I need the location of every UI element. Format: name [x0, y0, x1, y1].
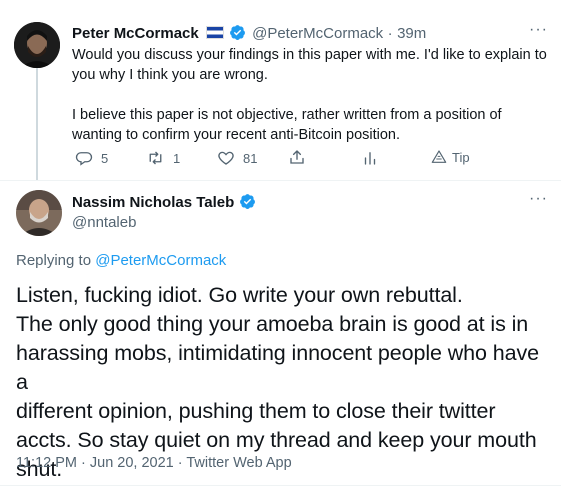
tweet-text-line: I believe this paper is not objective, r… — [72, 107, 502, 123]
main-tweet-header: Nassim Nicholas Taleb — [72, 193, 256, 212]
heart-icon — [218, 151, 234, 165]
flag-icon — [206, 26, 225, 39]
retweet-count: 1 — [173, 150, 181, 166]
analytics-button[interactable] — [361, 149, 387, 167]
reply-icon — [75, 152, 93, 166]
avatar[interactable] — [16, 190, 62, 236]
reply-tweet-header: Peter McCormack @PeterMcCormack · 39m — [72, 24, 426, 43]
tweet-divider — [0, 485, 561, 486]
tweet-divider — [0, 180, 561, 181]
tip-button[interactable]: Tip — [431, 149, 470, 165]
author-handle[interactable]: @PeterMcCormack — [252, 25, 383, 42]
main-tweet-text: Listen, fucking idiot. Go write your own… — [16, 281, 556, 484]
avatar-photo-icon — [14, 22, 60, 68]
tip-icon — [431, 150, 447, 163]
retweet-button[interactable]: 1 — [146, 149, 180, 167]
like-count: 81 — [243, 150, 258, 166]
author-name[interactable]: Peter McCormack — [72, 25, 199, 42]
tweet-text-line: you why I think you are wrong. — [72, 67, 268, 83]
tip-label: Tip — [452, 149, 470, 165]
dot-separator: · — [387, 25, 393, 42]
retweet-icon — [149, 151, 162, 165]
replying-to: Replying to @PeterMcCormack — [16, 252, 226, 269]
tweet-text-line: accts. So stay quiet on my thread and ke… — [16, 428, 537, 452]
like-button[interactable]: 81 — [217, 149, 257, 167]
reply-button[interactable]: 5 — [75, 149, 108, 167]
tweet-time[interactable]: 39m — [397, 25, 426, 42]
analytics-icon — [364, 152, 376, 165]
author-name[interactable]: Nassim Nicholas Taleb — [72, 194, 234, 211]
verified-badge-icon — [239, 194, 255, 209]
replying-to-prefix: Replying to — [16, 252, 92, 269]
reply-tweet-text: Would you discuss your findings in this … — [72, 45, 552, 145]
more-options-button[interactable]: ··· — [529, 21, 548, 39]
replying-to-handle-link[interactable]: @PeterMcCormack — [95, 252, 226, 269]
tweet-text-line: different opinion, pushing them to close… — [16, 399, 496, 423]
avatar[interactable] — [14, 22, 60, 68]
tweet-text-line: harassing mobs, intimidating innocent pe… — [16, 341, 539, 394]
verified-badge-icon — [229, 25, 245, 40]
author-handle[interactable]: @nntaleb — [72, 214, 136, 231]
tweet-text-line: Would you discuss your findings in this … — [72, 47, 547, 63]
tweet-text-line: wanting to confirm your recent anti-Bitc… — [72, 127, 401, 143]
avatar-photo-icon — [16, 190, 62, 236]
thread-connector-line — [36, 52, 38, 180]
more-options-button[interactable]: ··· — [529, 190, 548, 208]
share-button[interactable] — [288, 148, 314, 166]
reply-count: 5 — [101, 150, 109, 166]
tweet-text-line: Listen, fucking idiot. Go write your own… — [16, 283, 463, 307]
share-icon — [290, 150, 304, 164]
tweet-text-line: The only good thing your amoeba brain is… — [16, 312, 529, 336]
tweet-meta[interactable]: 11:12 PM · Jun 20, 2021 · Twitter Web Ap… — [16, 455, 292, 471]
